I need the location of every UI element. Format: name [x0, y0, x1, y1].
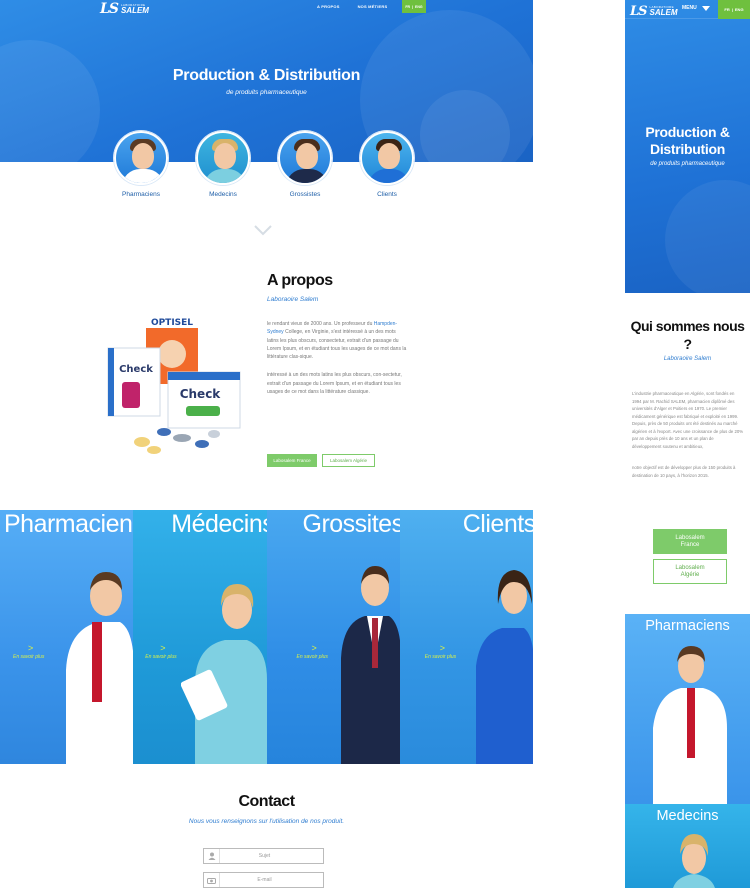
- lang-separator: |: [731, 7, 733, 12]
- persona-medecins[interactable]: Medecins: [195, 131, 251, 198]
- logo-mark: LS: [630, 4, 648, 19]
- mobile-medecin-photo: [673, 834, 715, 888]
- panel-title: Clients: [462, 510, 533, 538]
- desktop-mockup: LS LABORATOIRE SALEM A PROPOS NOS MÉTIER…: [0, 0, 533, 888]
- menu-label: MENU: [682, 5, 697, 11]
- about-text: le rendant vieux de 2000 ans. Un profess…: [267, 320, 407, 406]
- chevron-right-icon: >: [311, 643, 317, 653]
- mobile-menu-button[interactable]: MENU: [682, 5, 710, 11]
- logo-name: SALEM: [649, 8, 678, 17]
- mobile-hero: LS LABORATOIRE SALEM MENU FR | ENG Produ…: [625, 0, 750, 293]
- en-savoir-plus-link[interactable]: En savoir plus: [297, 654, 328, 660]
- language-switch[interactable]: FR | ENG: [402, 0, 426, 13]
- lang-separator: |: [412, 4, 414, 9]
- persona-label: Grossistes: [289, 191, 321, 198]
- chevron-right-icon: >: [439, 643, 446, 653]
- medecin-photo: [181, 584, 267, 764]
- mobile-panel-pharmaciens[interactable]: Pharmaciens: [625, 614, 750, 804]
- hero-banner: LS LABORATOIRE SALEM A PROPOS NOS MÉTIER…: [0, 0, 533, 162]
- lang-eng[interactable]: ENG: [415, 5, 423, 9]
- mobile-paragraph-2: notre objectif est de développer plus de…: [632, 465, 736, 478]
- nav-item-nos-metiers[interactable]: NOS MÉTIERS: [358, 4, 388, 9]
- about-title: A propos: [267, 272, 333, 289]
- mobile-hero-subtitle: de produits pharmaceutique: [650, 161, 725, 167]
- contact-subtitle: Nous vous renseignons sur l'utilisation …: [188, 818, 345, 825]
- mobile-mockup: LS LABORATOIRE SALEM MENU FR | ENG Produ…: [625, 0, 750, 888]
- lang-fr[interactable]: FR: [405, 5, 410, 9]
- hero-title: Production & Distribution: [172, 67, 361, 84]
- about-subtitle: Laboraoire Salem: [267, 296, 319, 303]
- panel-title: Médecins: [171, 510, 267, 538]
- pharmacien-photo: [66, 572, 134, 764]
- about-paragraph-2: intéressé à un des mots latins les plus …: [267, 372, 402, 395]
- panel-title: Pharmaciens: [4, 510, 134, 538]
- labosalem-france-button[interactable]: Labosalem France: [267, 454, 317, 467]
- medecin-avatar: [196, 131, 250, 185]
- panel-grossistes[interactable]: Grossites > En savoir plus: [266, 510, 400, 764]
- logo[interactable]: LS LABORATOIRE SALEM: [100, 1, 149, 17]
- subject-placeholder: Sujet: [258, 853, 271, 859]
- caret-down-icon: [701, 5, 710, 11]
- mobile-about-title: Qui sommes nous?: [630, 318, 745, 352]
- logo-mark: LS: [100, 1, 119, 17]
- persona-label: Clients: [377, 191, 397, 198]
- mobile-header: LS LABORATOIRE SALEM MENU FR | ENG: [625, 0, 750, 19]
- panel-clients[interactable]: Clients > En savoir plus: [399, 510, 533, 764]
- mobile-hero-title: Production & Distribution: [645, 124, 730, 158]
- about-paragraph-1: le rendant vieux de 2000 ans. Un profess…: [267, 321, 407, 360]
- panel-pharmaciens[interactable]: Pharmaciens > En savoir plus: [0, 510, 134, 764]
- persona-clients[interactable]: Clients: [359, 131, 415, 198]
- lang-eng[interactable]: ENG: [735, 7, 744, 12]
- panel-medecins[interactable]: Médecins > En savoir plus: [133, 510, 267, 764]
- mobile-panel-title: Medecins: [656, 808, 719, 824]
- persona-grossistes[interactable]: Grossistes: [277, 131, 333, 198]
- persona-label: Pharmaciens: [122, 191, 160, 198]
- en-savoir-plus-link[interactable]: En savoir plus: [13, 654, 44, 660]
- persona-label: Medecins: [209, 191, 237, 198]
- en-savoir-plus-link[interactable]: En savoir plus: [425, 654, 456, 660]
- chevron-right-icon: >: [160, 643, 166, 653]
- lang-fr[interactable]: FR: [724, 7, 729, 12]
- client-photo: [475, 570, 533, 764]
- product-boxes-image: OPTISEL Check Check: [107, 314, 241, 454]
- mobile-labosalem-algerie-button[interactable]: Labosalem Algérie: [653, 559, 727, 584]
- hero-subtitle: de produits pharmaceutique: [226, 89, 307, 96]
- contact-title: Contact: [238, 793, 295, 810]
- panel-title: Grossites: [302, 510, 400, 538]
- mobile-panel-title: Pharmaciens: [645, 618, 730, 634]
- persona-pharmaciens[interactable]: Pharmaciens: [113, 131, 169, 198]
- mobile-about-subtitle: Laboraoire Salem: [663, 356, 712, 362]
- mobile-paragraph-1: L'industrie pharmaceutique en Algérie, s…: [632, 391, 744, 449]
- pharmacien-avatar: [114, 131, 168, 185]
- mobile-logo[interactable]: LS LABORATOIRE SALEM: [630, 4, 678, 19]
- nav-item-a-propos[interactable]: A PROPOS: [317, 4, 340, 9]
- mobile-language-switch[interactable]: FR | ENG: [718, 0, 750, 19]
- grossiste-photo: [340, 566, 400, 764]
- check-label-1: Check: [119, 364, 153, 375]
- labosalem-algerie-button[interactable]: Labosalem Algérie: [322, 454, 375, 467]
- optisel-label: OPTISEL: [151, 318, 193, 328]
- client-avatar: [360, 131, 414, 185]
- email-placeholder: E-mail: [257, 877, 272, 883]
- chevron-right-icon: >: [28, 643, 34, 653]
- mobile-panel-medecins[interactable]: Medecins: [625, 804, 750, 888]
- logo-name: SALEM: [120, 5, 149, 15]
- grossiste-avatar: [278, 131, 332, 185]
- mobile-labosalem-france-button[interactable]: Labosalem France: [653, 529, 727, 554]
- check-label-2: Check: [180, 387, 222, 401]
- mobile-pharmacien-photo: [653, 646, 727, 804]
- en-savoir-plus-link[interactable]: En savoir plus: [145, 654, 176, 660]
- email-field[interactable]: E-mail: [203, 872, 324, 888]
- mobile-about-text: L'industrie pharmaceutique en Algérie, s…: [632, 390, 744, 493]
- subject-field[interactable]: Sujet: [203, 848, 324, 864]
- camera-icon: [204, 873, 220, 887]
- professions-panels: Pharmaciens > En savoir plus Médecins > …: [0, 510, 533, 764]
- chevron-down-icon[interactable]: [254, 224, 272, 236]
- user-icon: [204, 849, 220, 863]
